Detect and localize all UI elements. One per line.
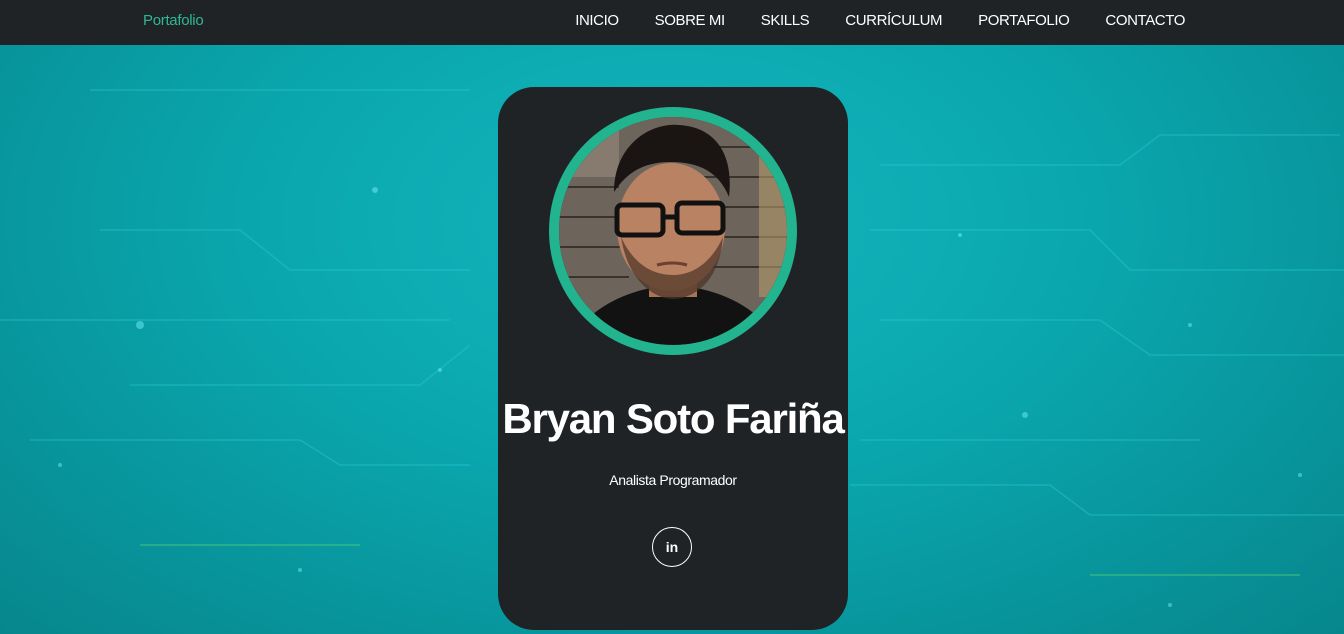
brand-link[interactable]: Portafolio (143, 12, 204, 29)
nav-link-portafolio[interactable]: PORTAFOLIO (978, 12, 1070, 29)
nav-link-sobre-mi[interactable]: SOBRE MI (655, 12, 726, 29)
profile-photo (559, 117, 787, 345)
top-navbar: Portafolio INICIO SOBRE MI SKILLS CURRÍC… (0, 0, 1344, 45)
avatar-ring (549, 107, 797, 355)
nav-links: INICIO SOBRE MI SKILLS CURRÍCULUM PORTAF… (575, 12, 1185, 29)
nav-link-inicio[interactable]: INICIO (575, 12, 619, 29)
nav-link-curriculum[interactable]: CURRÍCULUM (845, 12, 942, 29)
linkedin-button[interactable]: in (652, 527, 692, 567)
profile-name: Bryan Soto Fariña (502, 395, 845, 442)
nav-link-skills[interactable]: SKILLS (761, 12, 810, 29)
nav-link-contacto[interactable]: CONTACTO (1105, 12, 1185, 29)
page: Portafolio INICIO SOBRE MI SKILLS CURRÍC… (0, 0, 1344, 634)
profile-card: Bryan Soto Fariña Analista Programador i… (498, 87, 848, 630)
linkedin-icon: in (665, 539, 679, 555)
profile-role: Analista Programador (609, 472, 737, 488)
